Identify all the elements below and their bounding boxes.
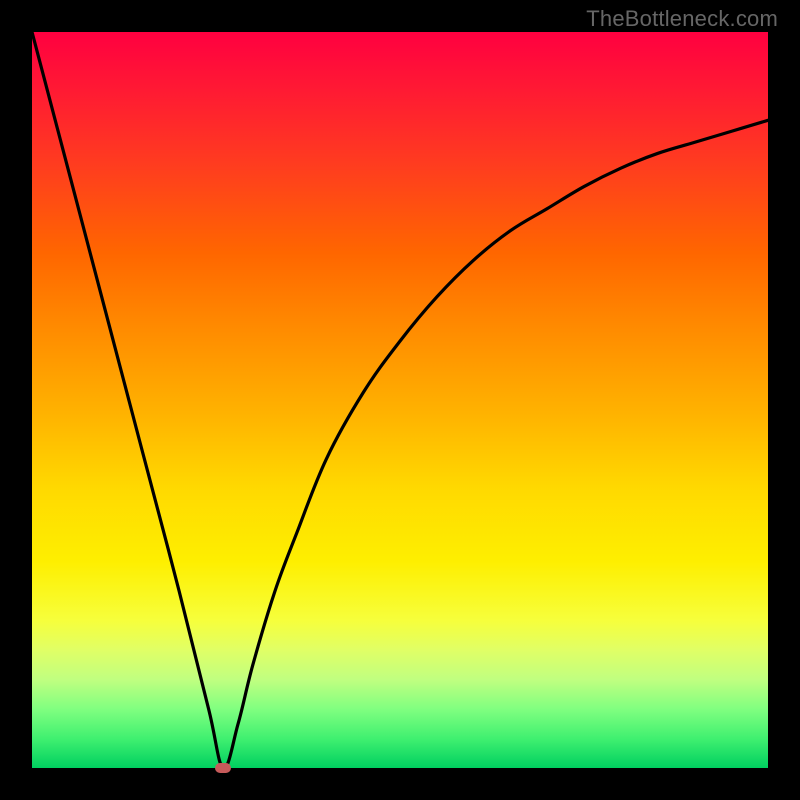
bottleneck-curve xyxy=(32,32,768,768)
minimum-marker xyxy=(215,763,231,773)
chart-stage: TheBottleneck.com xyxy=(0,0,800,800)
plot-area xyxy=(32,32,768,768)
source-watermark: TheBottleneck.com xyxy=(586,6,778,32)
curve-svg xyxy=(32,32,768,768)
